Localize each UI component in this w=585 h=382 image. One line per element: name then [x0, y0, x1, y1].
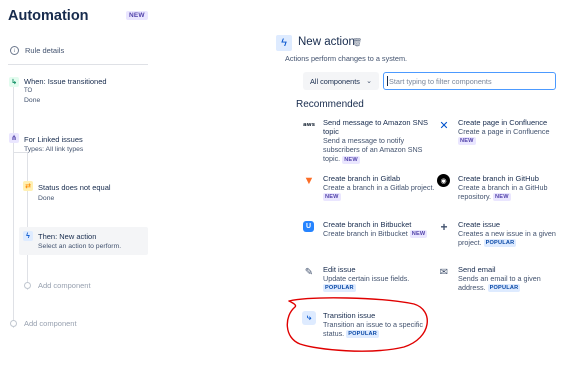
annotation-overlay [286, 297, 428, 352]
highlight-circle [286, 297, 428, 352]
